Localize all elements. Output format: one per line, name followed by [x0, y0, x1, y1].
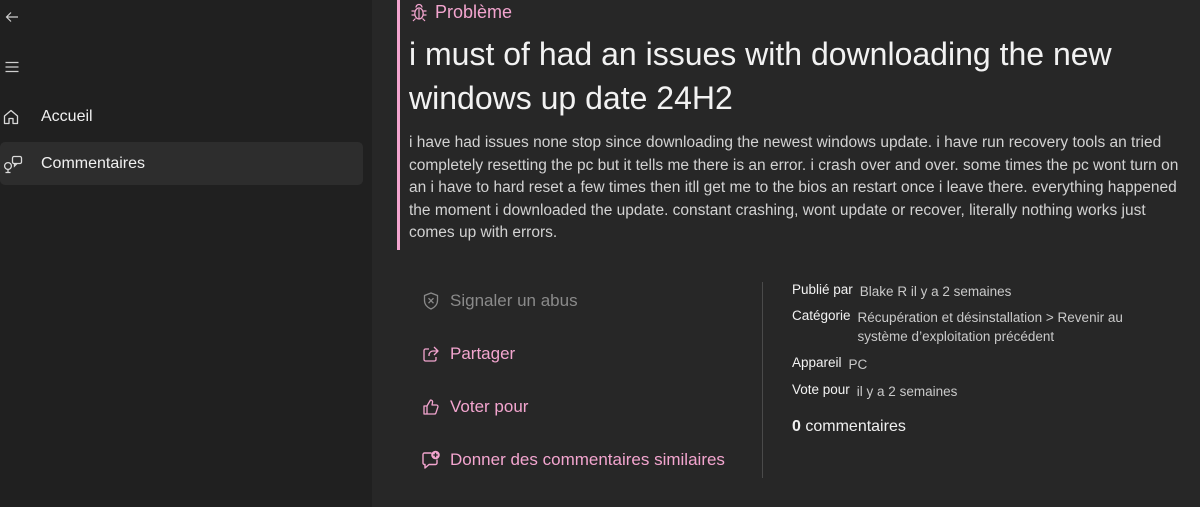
divider	[762, 282, 763, 478]
share-label: Partager	[450, 344, 516, 363]
add-comment-icon	[420, 449, 442, 471]
feedback-icon	[2, 153, 28, 175]
meta-category-value: Récupération et désinstallation > Reveni…	[858, 308, 1123, 346]
meta-category-line1: Récupération et désinstallation > Reveni…	[857, 310, 1123, 325]
sidebar-item-commentaires[interactable]: Commentaires	[0, 142, 363, 185]
hamburger-icon	[5, 61, 19, 73]
sidebar-item-accueil[interactable]: Accueil	[0, 95, 363, 138]
bug-icon	[411, 3, 427, 22]
meta-device: Appareil PC	[792, 355, 867, 374]
meta-published-key: Publié par	[792, 282, 853, 297]
meta-category: Catégorie Récupération et désinstallatio…	[792, 308, 1123, 346]
comments-count-number: 0	[792, 418, 801, 435]
meta-vote: Vote pour il y a 2 semaines	[792, 382, 957, 401]
sidebar: Accueil Commentaires	[0, 0, 372, 507]
meta-published-value: Blake R il y a 2 semaines	[859, 284, 1012, 299]
share-icon	[420, 343, 442, 365]
comments-count: 0 commentaires	[792, 418, 906, 436]
feedback-title: i must of had an issues with downloading…	[409, 36, 1112, 116]
thumbs-up-icon	[420, 396, 442, 418]
meta-category-line2: système d’exploitation précédent	[857, 329, 1055, 344]
similar-feedback-button[interactable]: Donner des commentaires similaires	[420, 447, 725, 473]
feedback-description: i have had issues none stop since downlo…	[409, 134, 1179, 241]
feedback-accent-bar	[397, 0, 400, 250]
meta-category-key: Catégorie	[792, 308, 851, 323]
share-button[interactable]: Partager	[420, 341, 515, 367]
sidebar-item-label: Commentaires	[41, 154, 146, 172]
meta-vote-key: Vote pour	[792, 382, 850, 397]
back-button[interactable]	[0, 5, 24, 29]
report-abuse-button[interactable]: Signaler un abus	[420, 288, 578, 314]
arrow-left-icon	[5, 12, 18, 22]
vote-label: Voter pour	[450, 397, 529, 416]
meta-vote-value: il y a 2 semaines	[856, 384, 958, 399]
meta-device-key: Appareil	[792, 355, 842, 370]
comments-count-label: commentaires	[805, 418, 906, 435]
sidebar-item-label: Accueil	[41, 107, 93, 125]
meta-device-value: PC	[848, 357, 868, 372]
home-icon	[2, 106, 28, 128]
feedback-type-label: Problème	[435, 1, 513, 22]
menu-button[interactable]	[0, 55, 24, 79]
report-abuse-label: Signaler un abus	[450, 291, 578, 310]
meta-published: Publié par Blake R il y a 2 semaines	[792, 282, 1011, 301]
report-shield-icon	[420, 290, 442, 312]
feedback-type: Problème	[409, 0, 512, 24]
similar-feedback-label: Donner des commentaires similaires	[450, 450, 725, 469]
vote-button[interactable]: Voter pour	[420, 394, 528, 420]
